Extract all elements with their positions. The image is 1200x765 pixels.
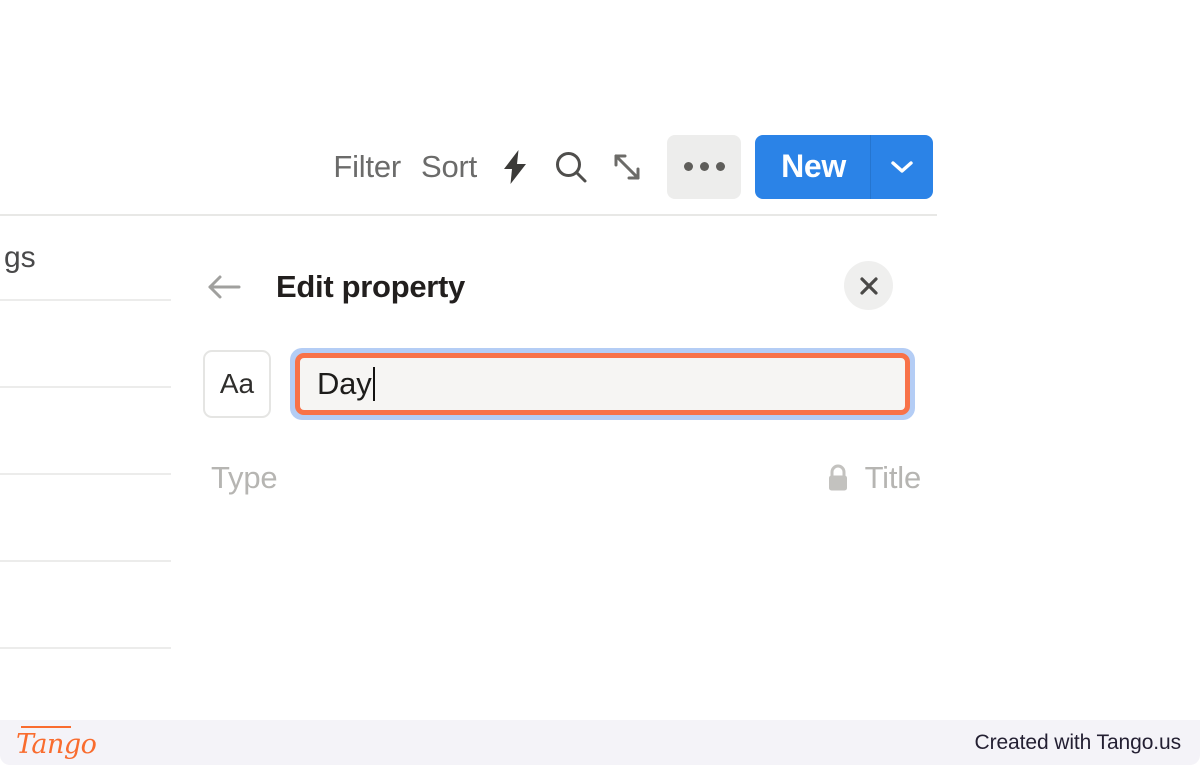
table-row[interactable]: gs [0, 216, 171, 301]
ellipsis-icon [683, 162, 725, 171]
type-value-label: Title [864, 460, 922, 495]
panel-header: Edit property [173, 256, 913, 318]
table-row[interactable] [0, 301, 171, 388]
back-button[interactable] [197, 259, 253, 315]
property-name-row: Aa Day [203, 348, 915, 420]
lightning-bolt-icon[interactable] [487, 139, 543, 195]
new-button-divider [870, 134, 871, 199]
table-row[interactable] [0, 475, 171, 562]
filter-button[interactable]: Filter [323, 145, 411, 189]
page-title: Edit property [276, 269, 466, 304]
lock-icon [828, 464, 847, 491]
table-row[interactable] [0, 649, 171, 720]
toolbar: Filter Sort New [0, 118, 937, 215]
new-dropdown-button[interactable] [871, 135, 933, 199]
tango-attribution: Created with Tango.us [974, 730, 1182, 754]
tango-logo[interactable]: Tango [16, 726, 97, 758]
search-icon[interactable] [543, 139, 599, 195]
new-button[interactable]: New [755, 135, 870, 199]
property-name-input[interactable]: Day [295, 353, 910, 415]
property-type-row[interactable]: Type Title [211, 460, 921, 496]
chevron-down-icon [891, 160, 913, 173]
property-name-input-focus-ring: Day [290, 348, 915, 420]
more-options-button[interactable] [667, 134, 742, 199]
new-button-group[interactable]: New [755, 134, 933, 199]
close-button[interactable] [844, 261, 893, 310]
records-table: gs [0, 216, 171, 720]
table-cell-value: gs [4, 240, 36, 274]
property-name-value: Day [317, 366, 372, 401]
edit-property-panel: Edit property Aa Day Type Title [173, 216, 1200, 720]
type-value-group[interactable]: Title [825, 460, 921, 496]
expand-arrows-icon[interactable] [599, 139, 655, 195]
close-icon [859, 276, 878, 295]
text-cursor [372, 367, 375, 401]
arrow-left-icon [208, 275, 241, 299]
property-type-chip[interactable]: Aa [203, 350, 271, 418]
table-row[interactable] [0, 562, 171, 649]
app-screenshot: Filter Sort New gs Edit property Aa Day … [0, 0, 1200, 765]
table-row[interactable] [0, 388, 171, 475]
tango-footer: Tango Created with Tango.us [0, 720, 1200, 765]
sort-button[interactable]: Sort [411, 145, 487, 189]
type-label: Type [211, 460, 278, 495]
